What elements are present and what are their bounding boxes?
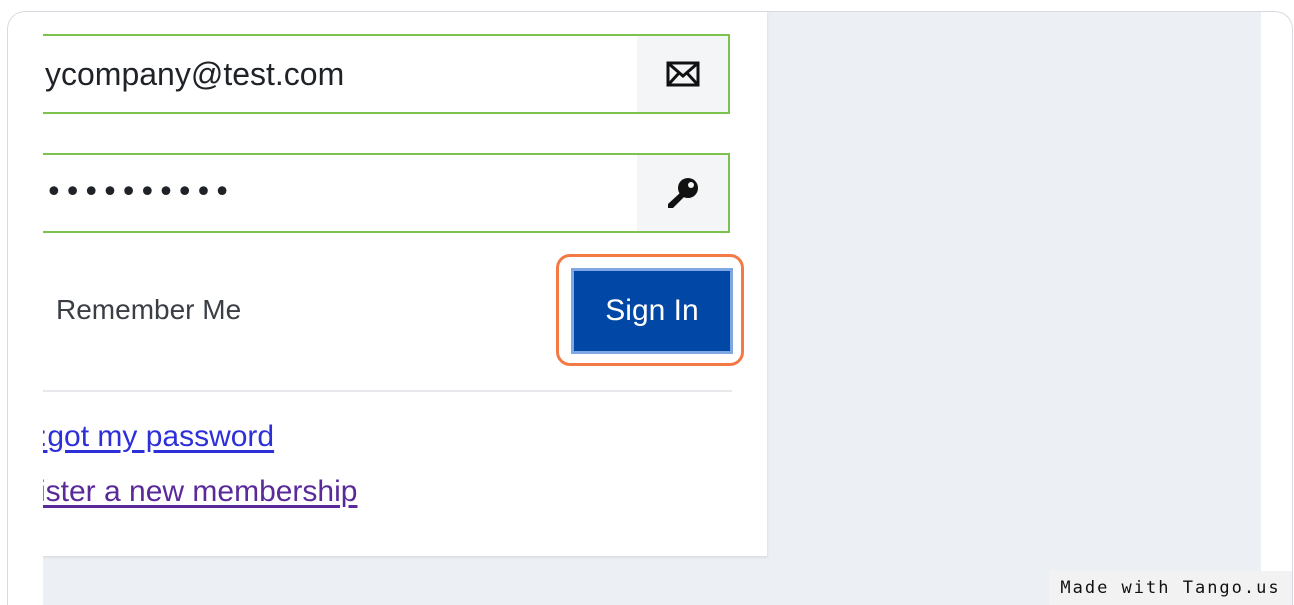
key-icon bbox=[667, 178, 698, 208]
envelope-icon bbox=[666, 61, 699, 87]
email-field[interactable]: ycompany@test.com bbox=[43, 34, 730, 114]
remember-me-label[interactable]: Remember Me bbox=[56, 294, 241, 326]
page-viewport: ycompany@test.com •••••••••• Remember Me… bbox=[43, 12, 1261, 605]
register-membership-link[interactable]: ister a new membership bbox=[43, 475, 357, 509]
email-addon bbox=[637, 36, 728, 112]
forgot-password-link[interactable]: :got my password bbox=[43, 420, 274, 454]
password-addon bbox=[637, 155, 728, 231]
password-input-value[interactable]: •••••••••• bbox=[45, 155, 232, 231]
login-panel: ycompany@test.com •••••••••• Remember Me… bbox=[43, 12, 767, 557]
password-field[interactable]: •••••••••• bbox=[43, 153, 730, 233]
sign-in-button[interactable]: Sign In bbox=[571, 268, 733, 354]
browser-frame: ycompany@test.com •••••••••• Remember Me… bbox=[7, 11, 1293, 605]
divider bbox=[43, 390, 732, 392]
tango-watermark: Made with Tango.us bbox=[1049, 571, 1292, 605]
email-input-value[interactable]: ycompany@test.com bbox=[45, 36, 344, 112]
